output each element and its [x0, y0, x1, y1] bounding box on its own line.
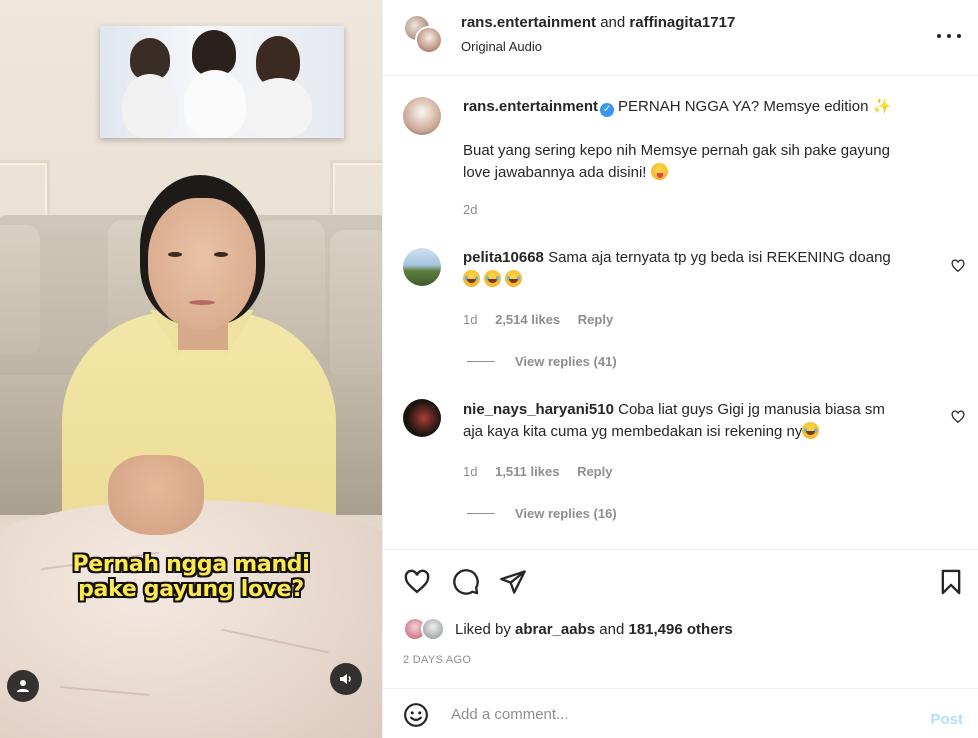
divider	[467, 513, 495, 514]
comment-meta: 1d 2,514 likes Reply	[463, 312, 613, 327]
audio-link[interactable]: Original Audio	[461, 39, 542, 54]
comment: pelita10668 Sama aja ternyata tp yg beda…	[463, 247, 943, 291]
reply-button[interactable]: Reply	[577, 464, 612, 479]
laughing-emoji-icon	[463, 270, 480, 287]
caption-body-line1: Buat yang sering kepo nih Memsye pernah …	[463, 142, 890, 159]
caption-username[interactable]: rans.entertainment	[463, 98, 598, 115]
tagged-users-button[interactable]	[7, 670, 39, 702]
mute-button[interactable]	[330, 663, 362, 695]
liked-by-user-link[interactable]: abrar_aabs	[515, 621, 595, 638]
share-icon[interactable]	[499, 568, 527, 596]
add-comment-bar: Post	[383, 688, 978, 738]
likes-summary: Liked by abrar_aabs and 181,496 others	[403, 617, 733, 641]
and-text: and	[600, 14, 626, 31]
tongue-emoji-icon	[650, 163, 668, 180]
user-icon	[17, 680, 29, 692]
view-replies-button[interactable]: View replies (41)	[467, 354, 617, 369]
author-link[interactable]: rans.entertainment	[461, 14, 596, 31]
comment-text: Sama aja ternyata tp yg beda isi REKENIN…	[548, 249, 891, 266]
like-comment-heart-icon[interactable]	[951, 259, 965, 273]
video-caption-line1: Pernah ngga mandi	[72, 552, 310, 577]
comment-text-line1: Coba liat guys Gigi jg manusia biasa sm	[618, 401, 885, 418]
comment-username[interactable]: nie_nays_haryani510	[463, 401, 614, 418]
liked-by-avatars[interactable]	[403, 617, 451, 641]
video-caption-line2: pake gayung love?	[78, 577, 304, 602]
emoji-picker-icon[interactable]	[403, 702, 429, 728]
family-photo-frame	[100, 26, 344, 138]
comment-text-line2: aja kaya kita cuma yg membedakan isi rek…	[463, 423, 803, 440]
like-comment-heart-icon[interactable]	[951, 410, 965, 424]
post-authors: rans.entertainment and raffinagita1717	[461, 14, 735, 31]
avatar[interactable]	[403, 248, 441, 286]
comment: nie_nays_haryani510 Coba liat guys Gigi …	[463, 399, 943, 443]
liked-by-and: and	[599, 620, 625, 638]
save-bookmark-icon[interactable]	[937, 568, 965, 596]
liked-by-prefix: Liked by	[455, 620, 511, 638]
comment-likes[interactable]: 1,511 likes	[495, 464, 559, 479]
post-caption: rans.entertainment ✓ PERNAH NGGA YA? Memsy…	[463, 96, 963, 118]
view-replies-button[interactable]: View replies (16)	[467, 506, 617, 521]
author-link[interactable]: raffinagita1717	[629, 14, 735, 31]
view-replies-label: View replies (41)	[515, 354, 617, 369]
caption-body: Buat yang sering kepo nih Memsye pernah …	[463, 140, 963, 184]
video-frame	[0, 0, 382, 738]
view-replies-label: View replies (16)	[515, 506, 617, 521]
divider	[467, 361, 495, 362]
sparkles-icon: ✨	[872, 98, 892, 115]
laughing-emoji-icon	[802, 422, 820, 439]
more-options-icon[interactable]	[937, 26, 961, 46]
comment-time: 1d	[463, 464, 478, 479]
comment-input[interactable]	[451, 701, 911, 727]
video-player[interactable]: Pernah ngga mandi pake gayung love?	[0, 0, 382, 738]
caption-body-line2: love jawabannya ada disini!	[463, 164, 647, 181]
speaker-icon	[340, 674, 351, 684]
comment-icon[interactable]	[452, 568, 480, 596]
post-date: 2 DAYS AGO	[403, 654, 472, 666]
post-button[interactable]: Post	[930, 711, 963, 728]
collab-avatars[interactable]	[403, 14, 445, 56]
comment-username[interactable]: pelita10668	[463, 249, 544, 266]
post-detail-panel: rans.entertainment and raffinagita1717 O…	[382, 0, 978, 738]
post-header: rans.entertainment and raffinagita1717 O…	[383, 0, 978, 76]
like-heart-icon[interactable]	[403, 568, 431, 596]
avatar[interactable]	[403, 399, 441, 437]
avatar	[421, 617, 445, 641]
verified-badge-icon: ✓	[600, 103, 615, 117]
comment-time: 1d	[463, 312, 478, 327]
avatar	[415, 26, 443, 54]
comments-list[interactable]: rans.entertainment ✓ PERNAH NGGA YA? Memsy…	[383, 77, 978, 549]
comment-meta: 1d 1,511 likes Reply	[463, 464, 612, 479]
laughing-emoji-icon	[505, 270, 522, 287]
avatar[interactable]	[403, 97, 441, 135]
caption-time: 2d	[463, 202, 478, 217]
reply-button[interactable]: Reply	[578, 312, 613, 327]
caption-title: PERNAH NGGA YA? Memsye edition	[618, 98, 869, 115]
liked-by-others-link[interactable]: 181,496 others	[628, 621, 732, 638]
laughing-emoji-icon	[484, 270, 501, 287]
comment-likes[interactable]: 2,514 likes	[495, 312, 560, 327]
